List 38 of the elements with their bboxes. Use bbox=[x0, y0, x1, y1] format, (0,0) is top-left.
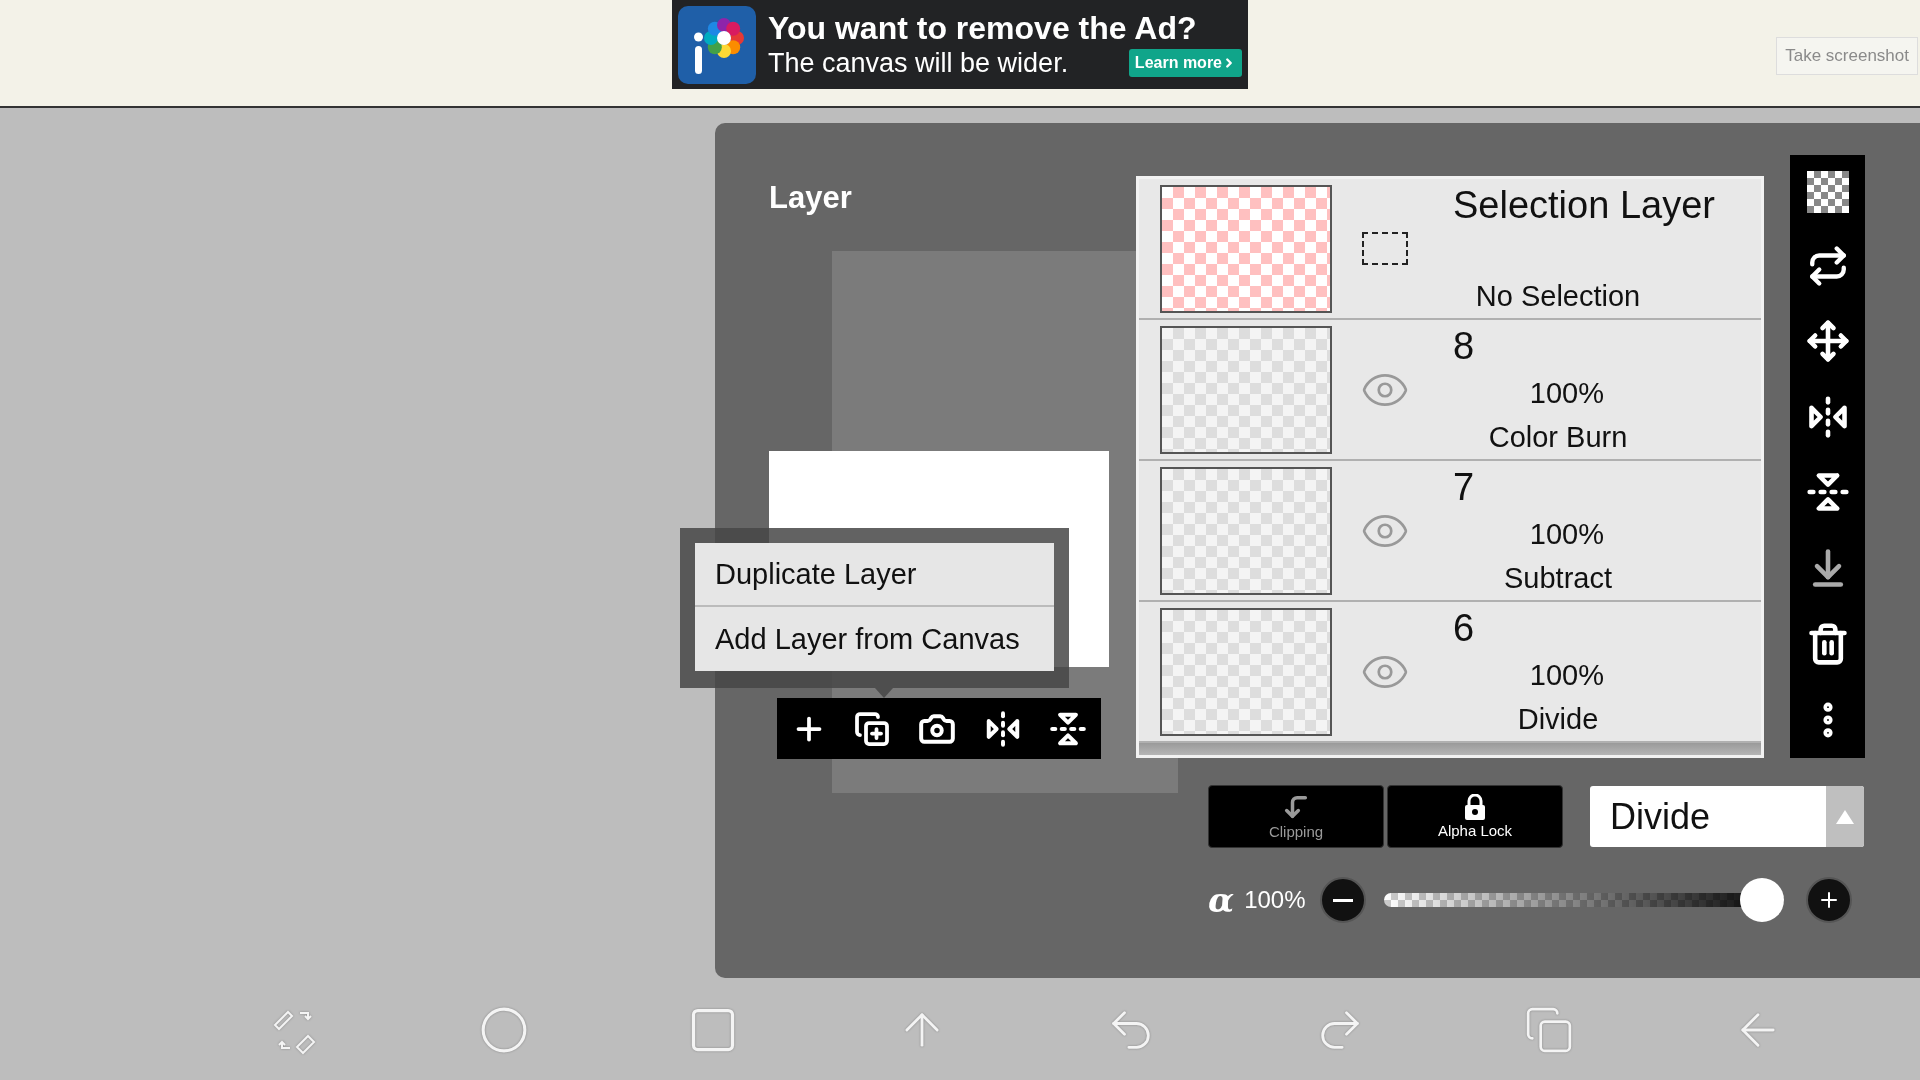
ad-banner[interactable]: You want to remove the Ad? The canvas will be wider. Learn more bbox=[672, 0, 1248, 89]
app-logo-icon bbox=[678, 5, 756, 84]
layer-name: Selection Layer bbox=[1452, 184, 1716, 225]
layer-name: 6 bbox=[1452, 607, 1476, 648]
layer-opacity: 100% bbox=[1528, 376, 1605, 409]
move-icon[interactable] bbox=[1805, 318, 1850, 363]
layer-row[interactable]: 7 100% Subtract bbox=[1139, 461, 1761, 602]
layer-row[interactable]: Selection Layer No Selection bbox=[1139, 179, 1761, 320]
alpha-symbol: α bbox=[1208, 880, 1235, 920]
slider-thumb[interactable] bbox=[1740, 878, 1785, 922]
layer-opacity: 100% bbox=[1528, 658, 1605, 691]
corner-arrow-icon bbox=[1282, 793, 1310, 821]
selection-status: No Selection bbox=[1474, 278, 1642, 313]
caret-up-icon bbox=[1836, 809, 1854, 824]
opacity-slider[interactable] bbox=[1384, 878, 1785, 922]
panel-title: Layer bbox=[769, 180, 852, 216]
minus-icon bbox=[1333, 898, 1354, 902]
layer-opacity: 100% bbox=[1528, 517, 1605, 550]
blend-mode: Color Burn bbox=[1487, 419, 1629, 454]
duplicate-layer-button[interactable] bbox=[854, 710, 891, 747]
layer-name: 8 bbox=[1452, 325, 1476, 366]
selection-marquee-icon bbox=[1362, 232, 1408, 265]
ad-subline: The canvas will be wider. bbox=[768, 46, 1069, 80]
opacity-reading: 100% bbox=[1244, 886, 1307, 914]
menu-item[interactable]: Duplicate Layer bbox=[695, 543, 1054, 607]
blend-mode: Divide bbox=[1516, 701, 1600, 736]
layer-name: 7 bbox=[1452, 466, 1476, 507]
layer-row[interactable]: 8 100% Color Burn bbox=[1139, 320, 1761, 461]
lock-icon bbox=[1464, 794, 1486, 820]
decrease-button[interactable] bbox=[1320, 877, 1367, 923]
alpha-lock-button[interactable]: Alpha Lock bbox=[1387, 785, 1563, 848]
increase-button[interactable] bbox=[1806, 877, 1853, 923]
menu-item[interactable]: Add Layer from Canvas bbox=[695, 607, 1054, 671]
transparency-checker-icon[interactable] bbox=[1806, 170, 1849, 213]
blend-mode: Subtract bbox=[1503, 560, 1613, 595]
blend-mode-select[interactable]: Divide bbox=[1590, 786, 1864, 847]
layer-row[interactable]: 6 100% Divide bbox=[1139, 602, 1761, 743]
ad-headline: You want to remove the Ad? bbox=[768, 9, 1198, 46]
